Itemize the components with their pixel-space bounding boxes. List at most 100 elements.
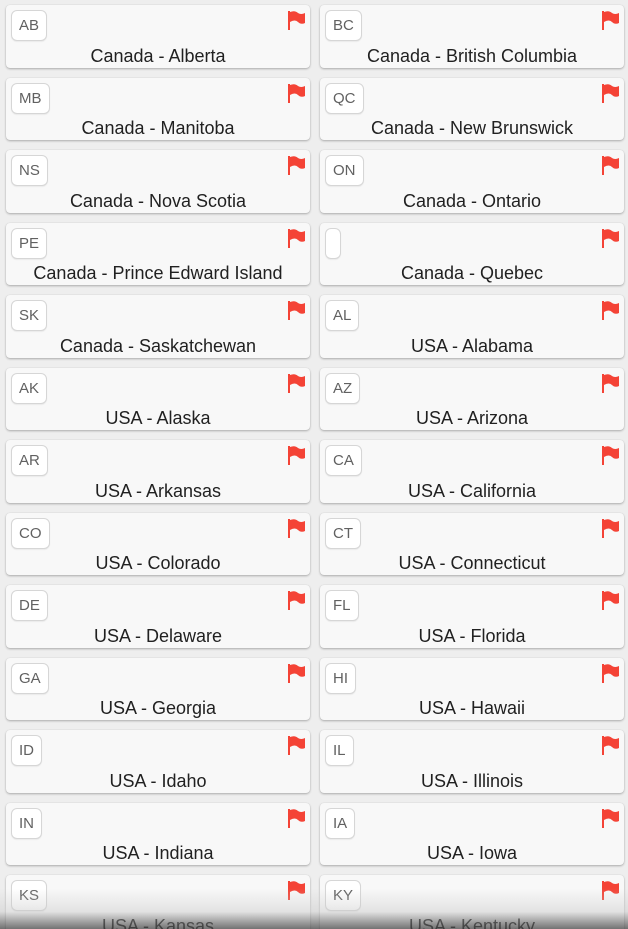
flag-icon[interactable]	[600, 590, 620, 611]
region-name: USA - Indiana	[102, 843, 214, 863]
region-code-chip	[325, 227, 341, 259]
region-card[interactable]: QC Canada - New Brunswick	[320, 77, 624, 140]
flag-icon[interactable]	[286, 663, 306, 684]
region-card[interactable]: GA USA - Georgia	[6, 657, 310, 720]
region-code-chip: KY	[325, 880, 362, 911]
region-name: USA - Alaska	[105, 408, 211, 428]
flag-icon[interactable]	[286, 373, 306, 394]
region-card[interactable]: MB Canada - Manitoba	[6, 77, 310, 140]
region-grid: AB Canada - Alberta BC Canada - British Col…	[6, 5, 624, 929]
region-code-chip: PE	[11, 227, 48, 259]
region-code-chip: NS	[11, 155, 48, 186]
region-card[interactable]: ON Canada - Ontario	[320, 150, 624, 213]
region-card[interactable]: CO USA - Colorado	[6, 512, 310, 575]
region-card[interactable]: NS Canada - Nova Scotia	[6, 150, 310, 213]
region-name: USA - Idaho	[109, 770, 207, 791]
region-card[interactable]: BC Canada - British Columbia	[320, 5, 624, 68]
flag-icon[interactable]	[600, 445, 620, 466]
region-card[interactable]: AL USA - Alabama	[320, 295, 624, 358]
region-card[interactable]: IA USA - Iowa	[320, 802, 624, 865]
region-name: USA - Alabama	[410, 335, 534, 356]
region-card[interactable]: DE USA - Delaware	[6, 585, 310, 648]
region-code-chip: DE	[11, 590, 48, 621]
flag-icon[interactable]	[600, 10, 620, 31]
region-card[interactable]: AK USA - Alaska	[6, 367, 310, 430]
flag-icon[interactable]	[286, 735, 306, 756]
region-card[interactable]: CT USA - Connecticut	[320, 512, 624, 575]
region-name: USA - Arizona	[415, 408, 529, 428]
region-card[interactable]: FL USA - Florida	[320, 585, 624, 648]
region-code-chip: AB	[11, 10, 48, 41]
flag-icon[interactable]	[600, 155, 620, 176]
region-name: Canada - Alberta	[90, 45, 226, 66]
flag-icon[interactable]	[286, 518, 306, 539]
region-card[interactable]: ID USA - Idaho	[6, 730, 310, 793]
region-name: Canada - British Columbia	[366, 45, 578, 66]
flag-icon[interactable]	[286, 228, 306, 249]
region-code-chip: KS	[11, 880, 48, 911]
flag-icon[interactable]	[286, 155, 306, 176]
flag-icon[interactable]	[286, 83, 306, 104]
region-card[interactable]: AR USA - Arkansas	[6, 440, 310, 503]
region-name: USA - Illinois	[420, 770, 524, 791]
flag-icon[interactable]	[600, 373, 620, 394]
region-card[interactable]: IL USA - Illinois	[320, 730, 624, 793]
region-code-chip: IL	[325, 735, 354, 766]
region-name: Canada - Quebec	[400, 263, 544, 283]
region-code-chip: HI	[325, 662, 356, 694]
region-code-chip: ON	[325, 155, 364, 186]
region-card[interactable]: AB Canada - Alberta	[6, 5, 310, 68]
region-card[interactable]: KS USA - Kansas	[6, 875, 310, 929]
region-card[interactable]: SK Canada - Saskatchewan	[6, 295, 310, 358]
region-code-chip: AL	[325, 300, 360, 331]
region-name: USA - Florida	[418, 625, 526, 646]
flag-icon[interactable]	[600, 735, 620, 756]
region-code-chip: AR	[11, 445, 48, 476]
flag-icon[interactable]	[286, 445, 306, 466]
flag-icon[interactable]	[286, 10, 306, 31]
flag-icon[interactable]	[600, 518, 620, 539]
region-card[interactable]: IN USA - Indiana	[6, 802, 310, 865]
flag-icon[interactable]	[286, 808, 306, 829]
region-name: USA - Delaware	[93, 625, 223, 646]
region-name: Canada - Ontario	[402, 190, 542, 211]
flag-icon[interactable]	[286, 880, 306, 901]
flag-icon[interactable]	[600, 808, 620, 829]
region-name: USA - Kansas	[101, 915, 215, 929]
region-card[interactable]: AZ USA - Arizona	[320, 367, 624, 430]
flag-icon[interactable]	[600, 663, 620, 684]
region-code-chip: FL	[325, 590, 359, 621]
region-list-screen: AB Canada - Alberta BC Canada - British Col…	[0, 0, 628, 929]
region-code-chip: SK	[11, 300, 48, 331]
region-card[interactable]: KY USA - Kentucky	[320, 875, 624, 929]
region-code-chip: CA	[325, 445, 362, 476]
region-name: Canada - Nova Scotia	[69, 190, 247, 211]
region-name: USA - Iowa	[426, 843, 518, 863]
region-name: USA - Kentucky	[408, 915, 536, 929]
region-name: USA - Colorado	[95, 553, 221, 573]
flag-icon[interactable]	[286, 590, 306, 611]
region-code-chip: AK	[11, 372, 48, 404]
region-code-chip: CO	[11, 517, 50, 549]
region-code-chip: GA	[11, 662, 49, 694]
region-card[interactable]: PE Canada - Prince Edward Island	[6, 222, 310, 285]
region-code-chip: IA	[325, 807, 356, 839]
region-code-chip: BC	[325, 10, 362, 41]
flag-icon[interactable]	[600, 880, 620, 901]
region-name: USA - Connecticut	[398, 553, 546, 573]
region-card[interactable]: CA USA - California	[320, 440, 624, 503]
region-card[interactable]: HI USA - Hawaii	[320, 657, 624, 720]
flag-icon[interactable]	[286, 300, 306, 321]
region-code-chip: MB	[11, 82, 50, 114]
region-code-chip: CT	[325, 517, 361, 549]
region-card[interactable]: Canada - Quebec	[320, 222, 624, 285]
flag-icon[interactable]	[600, 83, 620, 104]
flag-icon[interactable]	[600, 300, 620, 321]
region-name: Canada - Saskatchewan	[59, 335, 257, 356]
region-code-chip: ID	[11, 735, 42, 766]
region-name: Canada - Manitoba	[81, 118, 235, 138]
region-name: USA - Arkansas	[94, 480, 222, 501]
region-code-chip: IN	[11, 807, 42, 839]
flag-icon[interactable]	[600, 228, 620, 249]
region-code-chip: QC	[325, 82, 364, 114]
